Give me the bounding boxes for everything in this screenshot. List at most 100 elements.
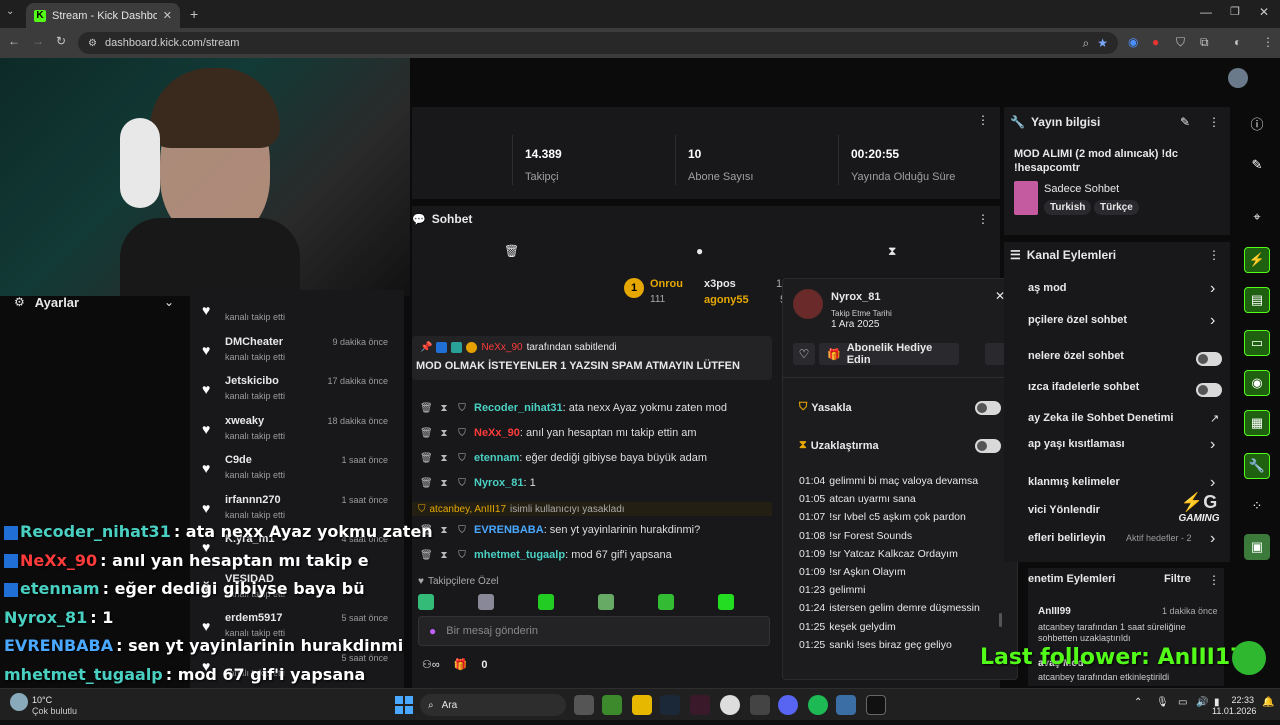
heart-button[interactable]: ♡ (793, 343, 815, 365)
storage-icon[interactable]: ▦ (1244, 410, 1270, 436)
chat-icon[interactable]: ▭ (1244, 330, 1270, 356)
obs-icon[interactable] (750, 695, 770, 715)
extension-3-icon[interactable]: ⛉ (1176, 35, 1185, 50)
channel-action-toggle[interactable] (1196, 383, 1222, 397)
shield-icon[interactable]: ⛉ (456, 453, 468, 464)
extension-1-icon[interactable]: ◉ (1128, 35, 1138, 49)
zoom-icon[interactable]: ⌕ (1083, 36, 1090, 51)
chevron-right-icon[interactable]: › (1210, 436, 1215, 454)
follower-name[interactable]: C9de (225, 454, 252, 466)
channel-action-item[interactable]: ızca ifadelerle sohbet (1004, 381, 1230, 403)
mic-icon[interactable]: 🎙 (1156, 697, 1169, 708)
emote-icon[interactable] (598, 594, 614, 610)
extensions-icon[interactable]: ⧉ (1200, 35, 1209, 50)
gift-icon[interactable]: 🎁 (454, 658, 468, 671)
minimize-icon[interactable]: — (1200, 5, 1212, 19)
task-view-icon[interactable] (574, 695, 594, 715)
network-icon[interactable]: ▭ (1178, 697, 1187, 708)
chat-input[interactable]: ● Bir mesaj gönderin (418, 616, 770, 646)
menu-icon[interactable]: ⋮ (1262, 35, 1274, 49)
chevron-right-icon[interactable]: › (1210, 474, 1215, 492)
wrench-icon[interactable]: 🔧 (1244, 453, 1270, 479)
browser-tab[interactable]: K Stream - Kick Dashboard ✕ (26, 3, 180, 28)
clock-date[interactable]: 11.01.2026 (1212, 706, 1256, 716)
mod-actions-more-icon[interactable]: ⋮ (1208, 573, 1220, 587)
chat-username[interactable]: NeXx_90 (474, 427, 520, 439)
channel-action-item[interactable]: nelere özel sohbet (1004, 350, 1230, 372)
chevron-right-icon[interactable]: › (1210, 280, 1215, 298)
shield-icon[interactable]: ⛉ (456, 403, 468, 414)
hourglass-icon[interactable]: ⧗ (438, 550, 450, 561)
filter-button[interactable]: Filtre (1164, 573, 1191, 585)
site-info-icon[interactable]: ⚙ (88, 38, 97, 49)
close-tab-icon[interactable]: ✕ (163, 9, 172, 22)
channel-action-item[interactable]: ay Zeka ile Sohbet Denetimi ↗ (1004, 412, 1230, 434)
tab-list-icon[interactable]: ⌄ (6, 6, 14, 17)
discord-icon[interactable] (778, 695, 798, 715)
forward-icon[interactable]: → (32, 34, 44, 48)
back-icon[interactable]: ← (8, 34, 20, 48)
tray-chevron-icon[interactable]: ⌃ (1134, 697, 1142, 708)
bolt-icon[interactable]: ⚡ (1244, 247, 1270, 273)
chat-more-icon[interactable]: ⋮ (977, 212, 989, 226)
chat-username[interactable]: mhetmet_tugaalp (474, 549, 565, 561)
channel-action-item[interactable]: ap yaşı kısıtlaması › (1004, 436, 1230, 460)
channel-action-item[interactable]: efleri belirleyin Aktif hedefler - 2 › (1004, 530, 1230, 554)
shield-icon[interactable]: ⛉ (456, 525, 468, 536)
emote-icon[interactable] (718, 594, 734, 610)
hourglass-icon[interactable]: ⧗ (438, 453, 450, 464)
taskbar-search[interactable]: ⌕ Ara (420, 694, 566, 716)
chevron-right-icon[interactable]: › (1210, 530, 1215, 548)
emote-icon[interactable] (418, 594, 434, 610)
file-explorer-icon[interactable] (632, 695, 652, 715)
follower-name[interactable]: irfannn270 (225, 494, 281, 506)
pinned-by-user[interactable]: NeXx_90 (481, 342, 522, 353)
chrome-icon[interactable] (720, 695, 740, 715)
close-window-icon[interactable]: ✕ (1259, 5, 1269, 19)
profile-icon[interactable]: ◐ (1234, 35, 1241, 49)
follower-name[interactable]: DMCheater (225, 336, 283, 348)
weather-icon[interactable] (10, 693, 28, 711)
steam-icon[interactable] (660, 695, 680, 715)
tag-chip[interactable]: Türkçe (1094, 200, 1139, 215)
chevron-down-icon[interactable]: ⌄ (164, 295, 174, 309)
focus-icon[interactable]: ⌖ (1244, 204, 1270, 230)
channel-action-toggle[interactable] (1196, 352, 1222, 366)
external-link-icon[interactable]: ↗ (1210, 412, 1219, 425)
stream-category[interactable]: Sadece Sohbet (1044, 183, 1119, 195)
user-avatar[interactable] (1228, 68, 1248, 88)
maximize-icon[interactable]: ❐ (1230, 5, 1240, 18)
emote-icon[interactable] (658, 594, 674, 610)
pencil-icon[interactable]: ✎ (1244, 152, 1270, 178)
hourglass-icon[interactable]: ⧗ (438, 428, 450, 439)
timeout-toggle[interactable] (975, 439, 1001, 453)
hourglass-icon[interactable]: ⧗ (438, 403, 450, 414)
chat-bubble-icon[interactable]: ● (696, 244, 703, 258)
hourglass-icon[interactable]: ⧗ (438, 478, 450, 489)
settings-row[interactable]: ⚙ Ayarlar ⌄ (0, 290, 190, 314)
stream-info-more-icon[interactable]: ⋮ (1208, 115, 1220, 129)
reload-icon[interactable]: ↻ (56, 34, 66, 48)
hourglass-icon[interactable]: ⧗ (888, 244, 896, 259)
users-icon[interactable]: ⚇∞ (422, 658, 440, 671)
trash-icon[interactable]: 🗑 (420, 428, 433, 439)
stats-more-icon[interactable]: ⋮ (977, 113, 989, 127)
chat-username[interactable]: Recoder_nihat31 (474, 402, 563, 414)
follower-name[interactable]: Jetskicibo (225, 375, 279, 387)
trash-icon[interactable]: 🗑 (420, 478, 433, 489)
channel-actions-more-icon[interactable]: ⋮ (1208, 248, 1220, 262)
hourglass-icon[interactable]: ⧗ (438, 525, 450, 536)
emote-icon[interactable] (538, 594, 554, 610)
trash-icon[interactable]: 🗑 (504, 244, 519, 258)
emote-icon[interactable] (478, 594, 494, 610)
bookmark-star-icon[interactable]: ★ (1097, 36, 1108, 50)
info-icon[interactable]: ⓘ (1244, 110, 1270, 136)
edit-icon[interactable]: ✎ (1180, 115, 1190, 129)
channel-action-item[interactable]: aş mod › (1004, 280, 1230, 304)
app-icon[interactable]: ▣ (1244, 534, 1270, 560)
extension-2-icon[interactable]: ● (1152, 35, 1159, 49)
clock-time[interactable]: 22:33 (1226, 695, 1254, 705)
document-icon[interactable]: ▤ (1244, 287, 1270, 313)
trash-icon[interactable]: 🗑 (420, 403, 433, 414)
chat-username[interactable]: Nyrox_81 (474, 477, 524, 489)
